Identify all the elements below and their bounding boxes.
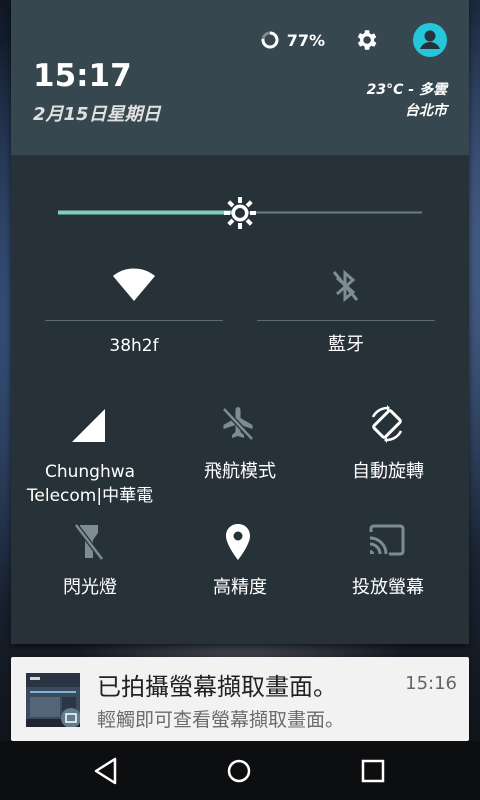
flashlight-label[interactable]: 閃光燈 bbox=[19, 576, 161, 600]
cast-icon[interactable] bbox=[368, 524, 406, 556]
brightness-fill bbox=[58, 210, 240, 215]
battery-percentage[interactable]: 77% bbox=[287, 31, 325, 50]
battery-ring-icon[interactable] bbox=[261, 31, 279, 49]
auto-rotate-icon[interactable] bbox=[367, 405, 407, 443]
auto-rotate-label[interactable]: 自動旋轉 bbox=[317, 460, 459, 484]
carrier-label[interactable]: Chunghwa Telecom|中華電 bbox=[19, 460, 161, 508]
weather-location: 台北市 bbox=[405, 103, 447, 119]
notification-title: 已拍攝螢幕擷取畫面。 bbox=[97, 673, 337, 701]
flashlight-off-icon[interactable] bbox=[74, 523, 104, 561]
clock[interactable]: 15:17 bbox=[33, 58, 132, 94]
weather-info[interactable]: 23°C - 多雲 台北市 bbox=[367, 80, 447, 122]
screenshot-notification[interactable]: 已拍攝螢幕擷取畫面。 15:16 輕觸即可查看螢幕擷取畫面。 bbox=[11, 657, 469, 741]
location-label[interactable]: 高精度 bbox=[169, 576, 311, 600]
notification-text: 輕觸即可查看螢幕擷取畫面。 bbox=[97, 709, 345, 731]
recents-icon[interactable] bbox=[355, 753, 391, 789]
airplane-off-icon[interactable] bbox=[220, 405, 256, 443]
airplane-mode-label[interactable]: 飛航模式 bbox=[169, 460, 311, 484]
quick-settings-header: 77% 15:17 2月15日星期日 23°C - 多雲 台北市 bbox=[11, 0, 469, 155]
location-icon[interactable] bbox=[225, 524, 251, 560]
bluetooth-label[interactable]: 藍牙 bbox=[257, 333, 435, 357]
bluetooth-divider bbox=[257, 320, 435, 321]
image-badge-icon bbox=[61, 708, 80, 727]
cast-screen-label[interactable]: 投放螢幕 bbox=[317, 576, 459, 600]
brightness-icon bbox=[224, 197, 256, 229]
date[interactable]: 2月15日星期日 bbox=[33, 100, 161, 126]
gear-icon[interactable] bbox=[353, 27, 379, 53]
wifi-icon[interactable] bbox=[113, 268, 155, 302]
navigation-bar bbox=[0, 741, 480, 800]
brightness-slider[interactable] bbox=[58, 196, 422, 230]
screenshot-thumbnail bbox=[26, 673, 80, 727]
back-icon[interactable] bbox=[88, 753, 124, 789]
user-avatar-icon[interactable] bbox=[413, 23, 447, 57]
carrier-label-line2: Telecom|中華電 bbox=[26, 486, 154, 506]
weather-temperature: 23°C - 多雲 bbox=[366, 82, 447, 98]
cell-signal-icon[interactable] bbox=[72, 409, 106, 443]
carrier-label-line1: Chunghwa bbox=[44, 462, 136, 482]
bluetooth-off-icon[interactable] bbox=[331, 268, 359, 304]
wifi-label[interactable]: 38h2f bbox=[45, 334, 223, 358]
quick-settings-panel: 77% 15:17 2月15日星期日 23°C - 多雲 台北市 38h2f 藍… bbox=[11, 0, 469, 644]
notification-time: 15:16 bbox=[405, 673, 457, 694]
wifi-divider bbox=[45, 320, 223, 321]
header-status-row: 77% bbox=[261, 23, 447, 57]
home-icon[interactable] bbox=[221, 753, 257, 789]
